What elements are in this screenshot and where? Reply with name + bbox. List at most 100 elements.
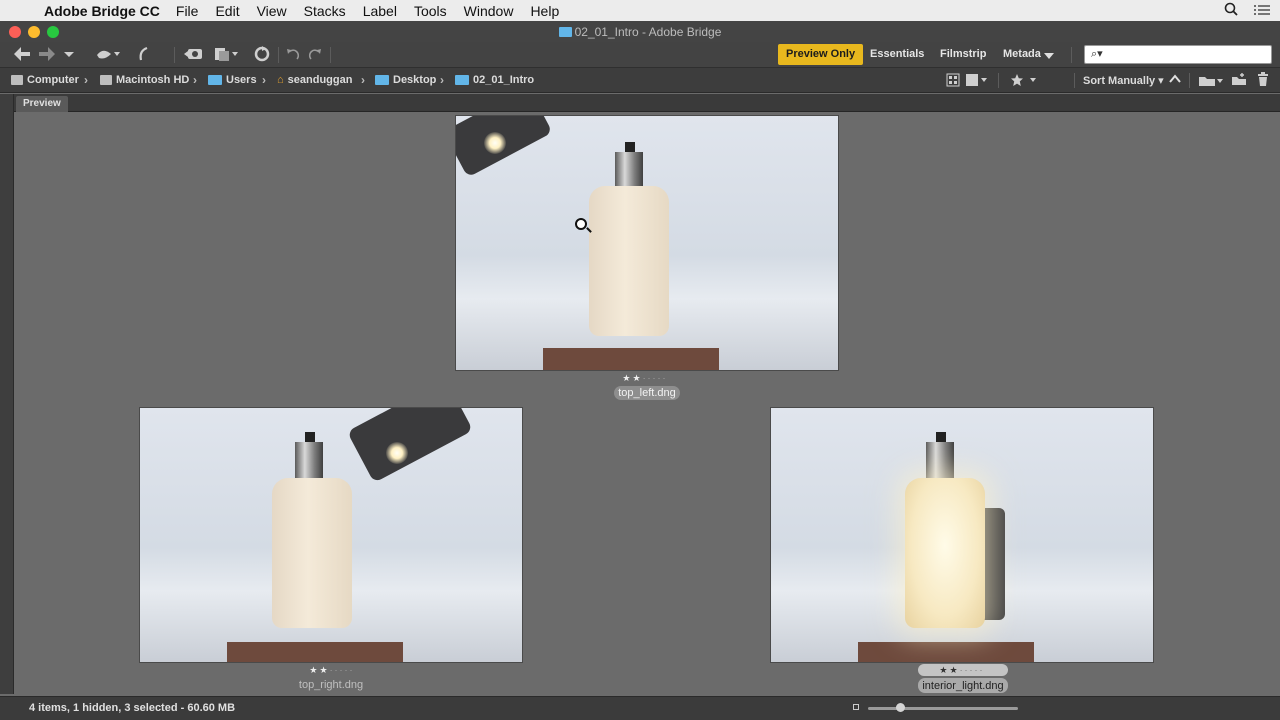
breadcrumb-label: Macintosh HD bbox=[116, 74, 190, 86]
refine-copy-icon[interactable] bbox=[214, 46, 240, 67]
pedestal bbox=[543, 348, 719, 370]
folder-icon bbox=[455, 75, 469, 85]
flashlight-beam bbox=[386, 442, 408, 464]
menu-view[interactable]: View bbox=[257, 3, 287, 19]
status-text: 4 items, 1 hidden, 3 selected - 60.60 MB bbox=[29, 702, 236, 714]
quality-options-grid-icon[interactable] bbox=[946, 73, 960, 92]
home-icon: ⌂ bbox=[277, 74, 284, 86]
camera-raw-sync-icon[interactable] bbox=[254, 46, 270, 67]
breadcrumb-separator-chevron-right-icon[interactable]: › bbox=[361, 73, 365, 87]
pedestal bbox=[227, 642, 403, 662]
bottle-cap bbox=[615, 152, 643, 188]
breadcrumb-label: Computer bbox=[27, 74, 79, 86]
rating-stars-interior-light[interactable]: ★★····· bbox=[927, 665, 997, 676]
preview-image-top-left[interactable] bbox=[455, 115, 839, 371]
breadcrumb-label: 02_01_Intro bbox=[473, 74, 535, 86]
rating-stars-top-right[interactable]: ★★····· bbox=[297, 665, 367, 676]
bottle-body bbox=[589, 186, 669, 336]
menu-tools[interactable]: Tools bbox=[414, 3, 447, 19]
toolbar: Preview Only Essentials Filmstrip Metada… bbox=[0, 42, 1280, 68]
tab-preview[interactable]: Preview bbox=[16, 96, 68, 112]
camera-import-icon[interactable] bbox=[184, 46, 204, 67]
bottle-cap bbox=[926, 442, 954, 478]
toolbar-divider bbox=[330, 47, 331, 63]
breadcrumb-separator-chevron-right-icon[interactable]: › bbox=[84, 73, 88, 87]
sort-menu[interactable]: Sort Manually ▾ bbox=[1083, 74, 1164, 87]
toolbar-divider bbox=[1071, 47, 1072, 63]
preview-image-top-right[interactable] bbox=[139, 407, 523, 663]
sort-ascending-chevron-up-icon[interactable] bbox=[1169, 72, 1181, 91]
breadcrumb-macintosh-hd[interactable]: Macintosh HD bbox=[100, 74, 189, 86]
open-recent-file-icon[interactable] bbox=[1198, 73, 1224, 92]
rotate-right-icon[interactable] bbox=[308, 46, 322, 67]
bottle-body-glowing bbox=[905, 478, 985, 628]
breadcrumb-computer[interactable]: Computer bbox=[11, 74, 79, 86]
path-bar: Computer › Macintosh HD › Users › ⌂ seand… bbox=[0, 68, 1280, 93]
reveal-recent-file-icon[interactable] bbox=[136, 46, 152, 67]
thumbnail-size-slider-knob[interactable] bbox=[896, 703, 906, 712]
menu-help[interactable]: Help bbox=[530, 3, 559, 19]
window-title: 02_01_Intro - Adobe Bridge bbox=[0, 25, 1280, 39]
collapsed-panel-edge[interactable] bbox=[0, 94, 14, 694]
breadcrumb-separator-chevron-right-icon[interactable]: › bbox=[440, 73, 444, 87]
window-title-text: 02_01_Intro - Adobe Bridge bbox=[574, 25, 722, 39]
preview-image-interior-light[interactable] bbox=[770, 407, 1154, 663]
notification-center-icon[interactable] bbox=[1254, 3, 1270, 19]
breadcrumb-separator-chevron-right-icon[interactable]: › bbox=[262, 73, 266, 87]
thumbnail-size-min-icon[interactable] bbox=[853, 704, 859, 710]
app-menu[interactable]: Adobe Bridge CC bbox=[44, 3, 160, 19]
breadcrumb-label: Desktop bbox=[393, 74, 437, 86]
recent-folders-chevron-down-icon[interactable] bbox=[63, 46, 75, 67]
toolbar-divider bbox=[174, 47, 175, 63]
toolbar-divider bbox=[278, 47, 279, 63]
bottle-cap bbox=[295, 442, 323, 478]
workspace-menu-chevron-down-icon[interactable] bbox=[1043, 48, 1055, 66]
back-icon[interactable] bbox=[13, 46, 31, 67]
pathbar-divider bbox=[1189, 73, 1190, 88]
search-input[interactable]: ⌕▾ bbox=[1084, 45, 1272, 64]
flashlight-beam bbox=[484, 132, 506, 154]
rating-stars-top-left[interactable]: ★★····· bbox=[610, 373, 680, 384]
forward-icon[interactable] bbox=[38, 46, 56, 67]
computer-icon bbox=[11, 75, 23, 85]
sort-label: Sort Manually bbox=[1083, 75, 1156, 87]
go-parent-boomerang-icon[interactable] bbox=[95, 46, 121, 67]
workspace-filmstrip[interactable]: Filmstrip bbox=[932, 44, 994, 65]
thumbnail-size-slider[interactable] bbox=[868, 703, 1018, 712]
menu-window[interactable]: Window bbox=[464, 3, 514, 19]
breadcrumb-users[interactable]: Users bbox=[208, 74, 257, 86]
status-bar: 4 items, 1 hidden, 3 selected - 60.60 MB bbox=[0, 696, 1280, 720]
menu-stacks[interactable]: Stacks bbox=[304, 3, 346, 19]
preview-panel: ★★····· top_left.dng ★★····· top_right.d… bbox=[15, 112, 1280, 696]
window-title-bar: 02_01_Intro - Adobe Bridge bbox=[0, 21, 1280, 42]
menu-file[interactable]: File bbox=[176, 3, 199, 19]
breadcrumb-label: seanduggan bbox=[287, 74, 353, 86]
breadcrumb-02-01-intro[interactable]: 02_01_Intro bbox=[455, 74, 534, 86]
breadcrumb-seanduggan[interactable]: ⌂ seanduggan bbox=[277, 74, 352, 86]
filter-rating-star-icon[interactable] bbox=[1010, 73, 1038, 92]
delete-trash-icon[interactable] bbox=[1256, 72, 1270, 91]
hard-drive-icon bbox=[100, 75, 112, 85]
workspace-metadata[interactable]: Metadata bbox=[995, 44, 1041, 65]
filename-top-right[interactable]: top_right.dng bbox=[293, 679, 369, 691]
panel-tab-strip: Preview bbox=[0, 94, 1280, 112]
bottle-body bbox=[272, 478, 352, 628]
spotlight-search-icon[interactable] bbox=[1224, 2, 1238, 19]
folder-proxy-icon bbox=[558, 27, 572, 37]
rotate-left-icon[interactable] bbox=[286, 46, 300, 67]
workspace-essentials[interactable]: Essentials bbox=[862, 44, 932, 65]
menu-edit[interactable]: Edit bbox=[215, 3, 239, 19]
new-folder-icon[interactable] bbox=[1231, 72, 1247, 91]
thumbnail-view-icon[interactable] bbox=[965, 73, 989, 92]
breadcrumb-separator-chevron-right-icon[interactable]: › bbox=[193, 73, 197, 87]
pathbar-divider bbox=[1074, 73, 1075, 88]
breadcrumb-desktop[interactable]: Desktop bbox=[375, 74, 436, 86]
filename-top-left[interactable]: top_left.dng bbox=[609, 387, 685, 399]
macos-menu-bar: Adobe Bridge CC File Edit View Stacks La… bbox=[0, 0, 1280, 21]
folder-icon bbox=[208, 75, 222, 85]
filename-interior-light[interactable]: interior_light.dng bbox=[918, 680, 1008, 692]
folder-icon bbox=[375, 75, 389, 85]
menu-label[interactable]: Label bbox=[363, 3, 397, 19]
workspace-preview-only[interactable]: Preview Only bbox=[778, 44, 864, 65]
breadcrumb-label: Users bbox=[226, 74, 257, 86]
